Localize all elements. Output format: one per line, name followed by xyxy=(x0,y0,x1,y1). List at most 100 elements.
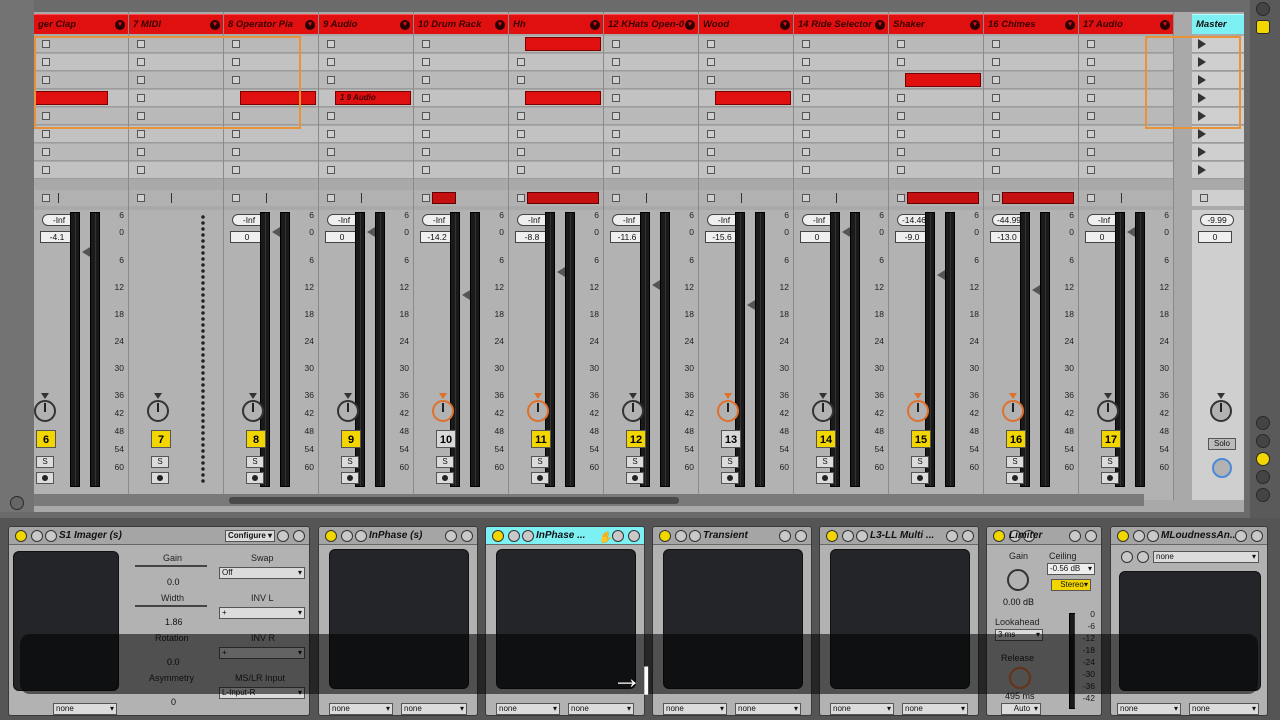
clip-slot[interactable] xyxy=(889,108,983,125)
stop-button-icon[interactable] xyxy=(612,112,620,120)
stop-button-icon[interactable] xyxy=(42,40,50,48)
track-title-bar[interactable]: 8 Operator Pia ▾ xyxy=(224,14,318,34)
clip-slot[interactable] xyxy=(1079,36,1173,53)
stop-button-icon[interactable] xyxy=(992,166,1000,174)
clip-slot[interactable] xyxy=(414,90,508,107)
device-close-icon[interactable] xyxy=(1085,530,1097,542)
clip-play-icon[interactable] xyxy=(511,92,525,104)
pan-knob[interactable] xyxy=(242,393,264,422)
clip-slot[interactable] xyxy=(319,72,413,89)
pan-readout[interactable]: -15.6 xyxy=(705,231,739,243)
device-close-icon[interactable] xyxy=(795,530,807,542)
record-arm-button[interactable] xyxy=(531,472,549,484)
stop-button-icon[interactable] xyxy=(517,166,525,174)
stop-button-icon[interactable] xyxy=(802,130,810,138)
track-stop-icon[interactable] xyxy=(42,194,50,202)
clip-slot[interactable] xyxy=(604,54,698,71)
volume-fader-marker[interactable] xyxy=(1127,227,1135,237)
stop-button-icon[interactable] xyxy=(1087,40,1095,48)
stop-button-icon[interactable] xyxy=(137,130,145,138)
clip-slot[interactable] xyxy=(604,144,698,161)
solo-cue-button[interactable]: Solo xyxy=(1208,438,1236,450)
swap-dropdown[interactable]: Off xyxy=(219,567,305,579)
stop-button-icon[interactable] xyxy=(1087,112,1095,120)
master-volume-readout[interactable]: -9.99 xyxy=(1200,214,1234,226)
stop-button-icon[interactable] xyxy=(422,58,430,66)
clip-slot[interactable] xyxy=(699,36,793,53)
overview-icon[interactable] xyxy=(1256,2,1270,16)
sends-toggle-icon[interactable] xyxy=(1256,434,1270,448)
clip-slot[interactable] xyxy=(604,72,698,89)
scene-launch-icon[interactable] xyxy=(1198,111,1206,121)
device-hotswap-icon[interactable] xyxy=(689,530,701,542)
width-slider[interactable] xyxy=(135,605,207,607)
returns-toggle-icon[interactable] xyxy=(1256,452,1270,466)
stop-button-icon[interactable] xyxy=(992,58,1000,66)
stop-button-icon[interactable] xyxy=(992,40,1000,48)
preset-dropdown[interactable]: none xyxy=(1153,551,1259,563)
scene-slot[interactable]: 6 xyxy=(1192,126,1244,143)
clip-slot[interactable] xyxy=(509,72,603,89)
clip-slot[interactable] xyxy=(414,162,508,179)
clip-slot[interactable] xyxy=(414,144,508,161)
stop-button-icon[interactable] xyxy=(1087,166,1095,174)
pan-readout[interactable]: -13.0 xyxy=(990,231,1024,243)
solo-button[interactable]: S xyxy=(816,456,834,468)
clip-slot[interactable] xyxy=(319,126,413,143)
volume-fader-marker[interactable] xyxy=(652,280,660,290)
device-on-icon[interactable] xyxy=(325,530,337,542)
stop-button-icon[interactable] xyxy=(612,166,620,174)
stop-button-icon[interactable] xyxy=(992,94,1000,102)
clip-slot[interactable] xyxy=(984,90,1078,107)
device-on-icon[interactable] xyxy=(826,530,838,542)
stop-button-icon[interactable] xyxy=(42,148,50,156)
clip-slot[interactable] xyxy=(129,126,223,143)
clip-slot[interactable] xyxy=(414,36,508,53)
clip-slot[interactable] xyxy=(224,144,318,161)
volume-fader-marker[interactable] xyxy=(462,290,470,300)
stop-button-icon[interactable] xyxy=(802,112,810,120)
clip[interactable] xyxy=(525,37,601,51)
fold-arrow-icon[interactable]: ▾ xyxy=(1160,20,1170,30)
stop-button-icon[interactable] xyxy=(42,130,50,138)
clip-slot[interactable] xyxy=(509,144,603,161)
mixer-view-icon[interactable] xyxy=(1256,470,1270,484)
device-save-icon[interactable] xyxy=(277,530,289,542)
chain-dropdown[interactable]: none xyxy=(53,703,117,715)
record-arm-button[interactable] xyxy=(436,472,454,484)
clip-slot[interactable] xyxy=(984,144,1078,161)
clip-slot[interactable] xyxy=(224,126,318,143)
device-title-bar[interactable]: S1 Imager (s) Configure xyxy=(9,527,309,545)
solo-button[interactable]: S xyxy=(1006,456,1024,468)
track-activator[interactable]: 10 xyxy=(436,430,456,448)
pan-knob[interactable] xyxy=(812,393,834,422)
stop-button-icon[interactable] xyxy=(707,40,715,48)
stop-button-icon[interactable] xyxy=(327,148,335,156)
scene-slot[interactable]: 3 xyxy=(1192,72,1244,89)
stop-button-icon[interactable] xyxy=(517,112,525,120)
track-title-bar[interactable]: 9 Audio ▾ xyxy=(319,14,413,34)
stop-button-icon[interactable] xyxy=(137,166,145,174)
stop-button-icon[interactable] xyxy=(42,76,50,84)
stop-button-icon[interactable] xyxy=(232,112,240,120)
clip-slot[interactable] xyxy=(699,126,793,143)
stop-button-icon[interactable] xyxy=(897,94,905,102)
clip[interactable] xyxy=(905,73,981,87)
record-arm-button[interactable] xyxy=(151,472,169,484)
volume-fader-marker[interactable] xyxy=(937,270,945,280)
stop-all-icon[interactable] xyxy=(1200,194,1208,202)
stop-button-icon[interactable] xyxy=(137,148,145,156)
clip-slot[interactable] xyxy=(699,54,793,71)
scene-slot[interactable]: 2 xyxy=(1192,54,1244,71)
chain-dropdown-right[interactable]: none xyxy=(568,703,634,715)
device-close-icon[interactable] xyxy=(962,530,974,542)
stop-button-icon[interactable] xyxy=(707,58,715,66)
clip-slot[interactable] xyxy=(984,162,1078,179)
clip-slot[interactable] xyxy=(319,162,413,179)
track-stop-icon[interactable] xyxy=(422,194,430,202)
volume-fader-marker[interactable] xyxy=(367,227,375,237)
clip-slot[interactable] xyxy=(509,162,603,179)
device-close-icon[interactable] xyxy=(461,530,473,542)
stop-button-icon[interactable] xyxy=(517,148,525,156)
stop-button-icon[interactable] xyxy=(327,130,335,138)
